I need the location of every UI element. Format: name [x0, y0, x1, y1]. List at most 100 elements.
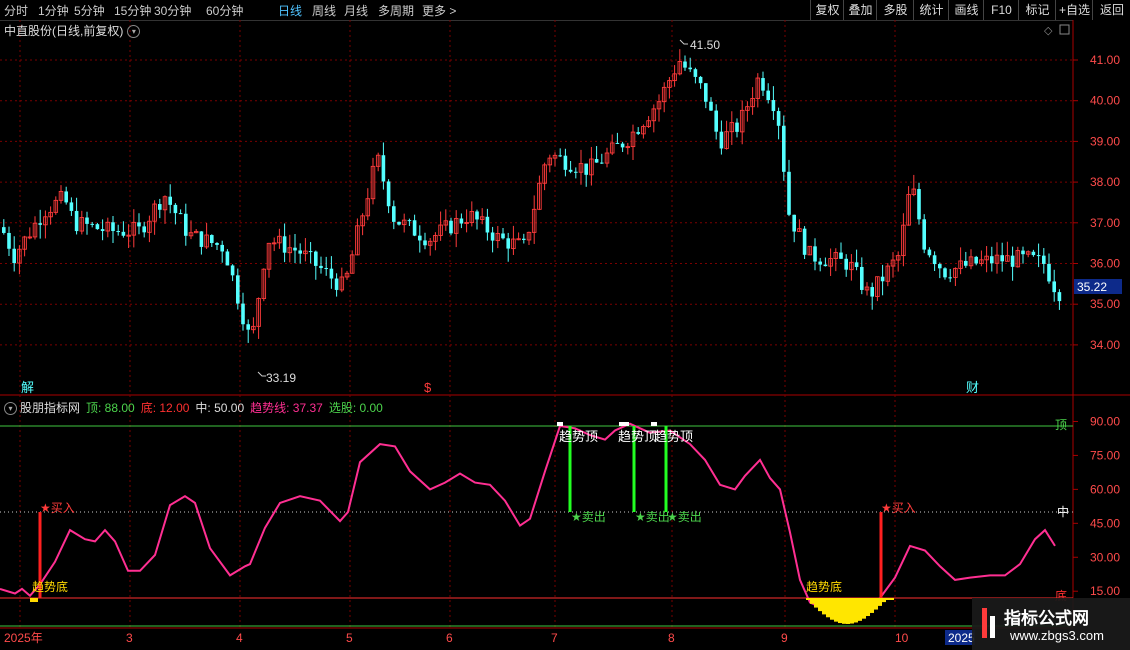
trend-top-label-3: 趋势顶 — [654, 429, 693, 444]
candle-body — [615, 142, 620, 144]
candle-body — [69, 202, 74, 211]
candle-body — [1000, 255, 1004, 262]
candle-body — [314, 251, 318, 266]
candle-body — [922, 219, 926, 250]
candle-body — [90, 223, 94, 225]
candle-body — [574, 171, 578, 173]
candle-body — [1021, 250, 1025, 255]
candle-body — [990, 256, 994, 264]
candle-body — [932, 255, 937, 265]
candle-body — [137, 222, 141, 227]
candle-body — [761, 78, 765, 91]
candle-body — [813, 246, 817, 262]
candle-body — [927, 249, 932, 256]
sell-signal-label-1: ★卖出 — [635, 510, 670, 524]
trend-bottom-column — [878, 598, 882, 606]
price-axis-label-6: 35.00 — [1090, 297, 1120, 311]
candle-body — [964, 260, 968, 266]
candle-body — [38, 223, 42, 225]
buy-signal-label-2: ★买入 — [881, 501, 916, 515]
price-axis-label-4: 37.00 — [1090, 216, 1120, 230]
candle-body — [74, 210, 79, 232]
trend-bottom-label-1: 趋势底 — [32, 579, 68, 594]
candle-body — [771, 100, 776, 112]
watermark-logo-icon — [982, 608, 995, 638]
date-axis-label-2: 4 — [236, 631, 243, 645]
current-price-label: 35.22 — [1077, 280, 1107, 294]
date-axis-label-5: 7 — [551, 631, 558, 645]
indicator-param-0: 顶: 88.00 — [86, 401, 135, 415]
candle-body — [334, 278, 339, 290]
candle-body — [116, 231, 120, 233]
candle-body — [142, 226, 146, 233]
candle-body — [210, 235, 214, 244]
candle-body — [917, 189, 921, 220]
candle-body — [563, 155, 568, 170]
trend-bottom-column — [830, 598, 834, 620]
candle-body — [782, 125, 786, 172]
candle-body — [1052, 281, 1056, 293]
low-marker — [257, 371, 266, 377]
candle-body — [558, 155, 562, 157]
event-marker-1: $ — [424, 380, 432, 395]
trend-bottom-column — [854, 598, 858, 623]
candle-body — [839, 252, 843, 259]
indicator-name: 股朋指标网 — [20, 401, 81, 415]
candle-body — [938, 264, 942, 269]
candle-body — [506, 238, 510, 249]
candle-body — [870, 287, 874, 297]
chevron-down-icon[interactable]: ▾ — [127, 25, 141, 39]
trend-top-block — [651, 422, 657, 426]
candle-body — [184, 213, 188, 236]
side-label-mid: 中 — [1057, 504, 1069, 519]
stock-title: 中直股份(日线,前复权) ▾ — [4, 22, 141, 39]
candle-body — [236, 275, 240, 304]
candle-body — [95, 224, 100, 230]
candle-body — [121, 231, 126, 236]
ind-axis-label-4: 30.00 — [1090, 550, 1120, 564]
price-axis-label-7: 34.00 — [1090, 338, 1120, 352]
indicator-param-4: 选股: 0.00 — [328, 401, 383, 415]
candle-body — [490, 232, 495, 241]
trend-bottom-column — [882, 598, 886, 603]
trend-bottom-column — [850, 598, 854, 624]
candle-body — [948, 277, 952, 279]
buy-signal-label-1: ★买入 — [40, 501, 75, 515]
candle-body — [802, 228, 807, 255]
candle-body — [698, 76, 703, 84]
candle-body — [298, 250, 302, 254]
diamond-icon: ◇ — [1044, 25, 1053, 37]
sell-signal-label-0: ★卖出 — [571, 510, 606, 524]
trend-bottom-column — [874, 598, 878, 610]
trend-bottom-column — [834, 598, 838, 622]
trend-top-block — [557, 422, 563, 426]
trend-bottom-column — [838, 598, 842, 624]
candle-body — [600, 162, 604, 164]
candle-body — [688, 67, 692, 70]
candle-body — [418, 235, 422, 241]
trend-bottom-column — [866, 598, 870, 617]
candle-body — [12, 248, 16, 264]
chart-canvas: 41.00 40.00 39.00 38.00 37.00 36.00 35.00 34.00… — [0, 20, 1130, 645]
indicator-chevron-icon[interactable]: ▾ — [4, 402, 17, 416]
trend-top-block — [619, 422, 629, 426]
candle-body — [792, 214, 796, 232]
ind-axis-label-2: 60.00 — [1090, 482, 1120, 496]
candle-body — [100, 229, 105, 232]
candle-body — [683, 61, 687, 68]
indicator-header: ▾ 股朋指标网 顶: 88.00 底: 12.00 中: 50.00 趋势线: 37.37… — [4, 399, 389, 416]
candle-body — [485, 216, 490, 233]
low-price-label: 33.19 — [266, 371, 296, 385]
trend-bottom-column — [826, 598, 830, 618]
trend-bottom-column — [818, 598, 822, 612]
candle-body — [85, 217, 89, 224]
trend-line — [0, 422, 1056, 611]
event-marker-2: 财 — [966, 380, 979, 395]
trend-bottom-column — [842, 598, 846, 624]
price-axis-label-5: 36.00 — [1090, 257, 1120, 271]
candle-body — [704, 83, 708, 102]
stock-title-text: 中直股份(日线,前复权) — [4, 24, 124, 38]
candle-body — [381, 155, 386, 182]
candle-body — [735, 122, 739, 132]
candle-body — [776, 111, 781, 126]
